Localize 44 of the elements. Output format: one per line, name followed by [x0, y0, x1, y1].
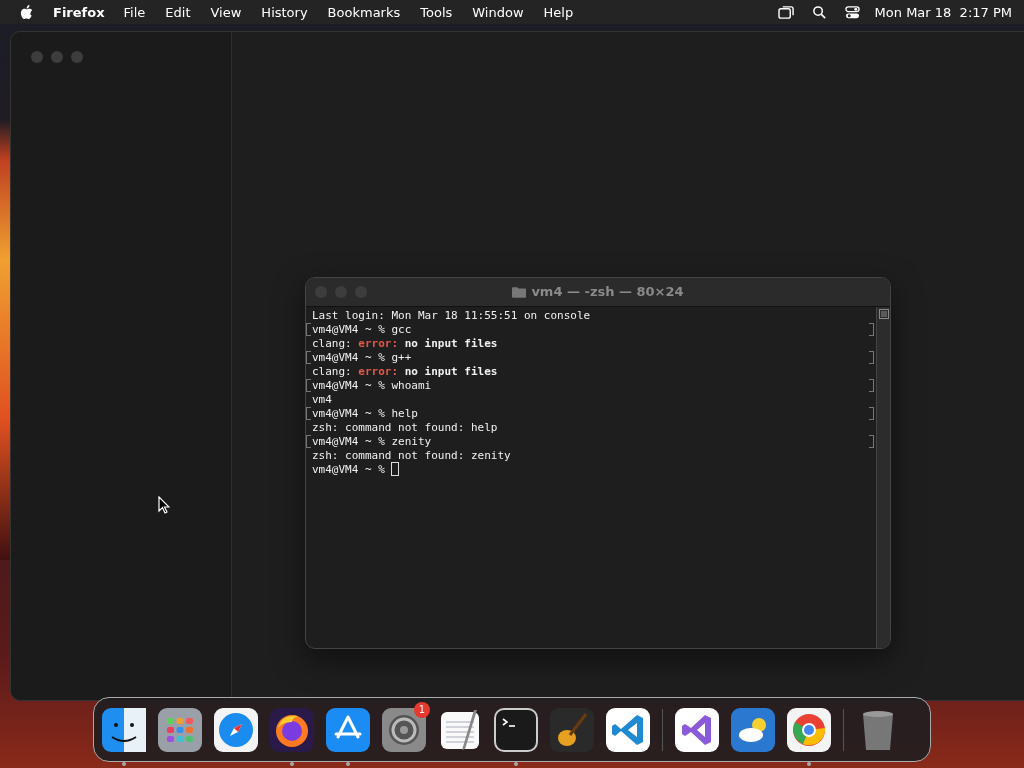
menu-item[interactable]: Window: [472, 4, 524, 20]
menu-item[interactable]: Tools: [420, 4, 453, 20]
control-center-icon[interactable]: [843, 4, 861, 20]
terminal-line: zsh: command not found: help: [312, 420, 498, 434]
app-name-menu[interactable]: Firefox: [53, 4, 105, 20]
windows-icon[interactable]: [777, 4, 795, 20]
menu-item[interactable]: Help: [543, 4, 574, 20]
notepad-icon[interactable]: [438, 707, 482, 752]
list-icon: [878, 309, 889, 319]
scrollbar[interactable]: [876, 307, 890, 648]
terminal-line: vm4@VM4 ~ % gcc: [312, 322, 412, 336]
code-editor-icon[interactable]: [606, 707, 650, 752]
menu-item[interactable]: File: [123, 4, 146, 20]
terminal-line: clang: error: no input files: [312, 336, 498, 350]
menu-item[interactable]: Bookmarks: [327, 4, 401, 20]
terminal-line: Last login: Mon Mar 18 11:55:51 on console: [312, 308, 591, 322]
terminal-line: vm4@VM4 ~ % help: [312, 406, 418, 420]
terminal-line: vm4@VM4 ~ % g++: [312, 350, 412, 364]
terminal-line: zsh: command not found: zenity: [312, 448, 511, 462]
app-grid-icon[interactable]: [158, 707, 202, 752]
terminal-line: vm4@VM4 ~ %: [312, 462, 386, 476]
apple-icon[interactable]: [20, 4, 33, 20]
terminal-line: vm4: [312, 392, 332, 406]
menu-bar-clock: Mon Mar 18 2:17 PM: [874, 4, 1012, 20]
app-store-icon[interactable]: [326, 707, 370, 752]
menu-item[interactable]: History: [261, 4, 308, 20]
folder-icon: [512, 285, 527, 298]
window-title: vm4 — -zsh — 80×24: [531, 284, 684, 299]
menu-item[interactable]: Edit: [165, 4, 191, 20]
menu-item[interactable]: View: [210, 4, 242, 20]
guitar-icon[interactable]: [550, 707, 594, 752]
terminal-line: vm4@VM4 ~ % whoami: [312, 378, 432, 392]
settings-icon[interactable]: [382, 707, 426, 752]
terminal-line: vm4@VM4 ~ % zenity: [312, 434, 432, 448]
text-cursor: [391, 462, 400, 476]
terminal-icon[interactable]: [494, 707, 538, 752]
search-icon[interactable]: [810, 4, 828, 20]
terminal-line: clang: error: no input files: [312, 364, 498, 378]
face-icon[interactable]: [102, 707, 146, 752]
chrome-icon[interactable]: [787, 707, 831, 752]
cloud-sun-icon[interactable]: [731, 707, 775, 752]
compass-icon[interactable]: [214, 707, 258, 752]
pointer-icon: [158, 496, 170, 514]
notification-badge: 1: [414, 701, 430, 718]
